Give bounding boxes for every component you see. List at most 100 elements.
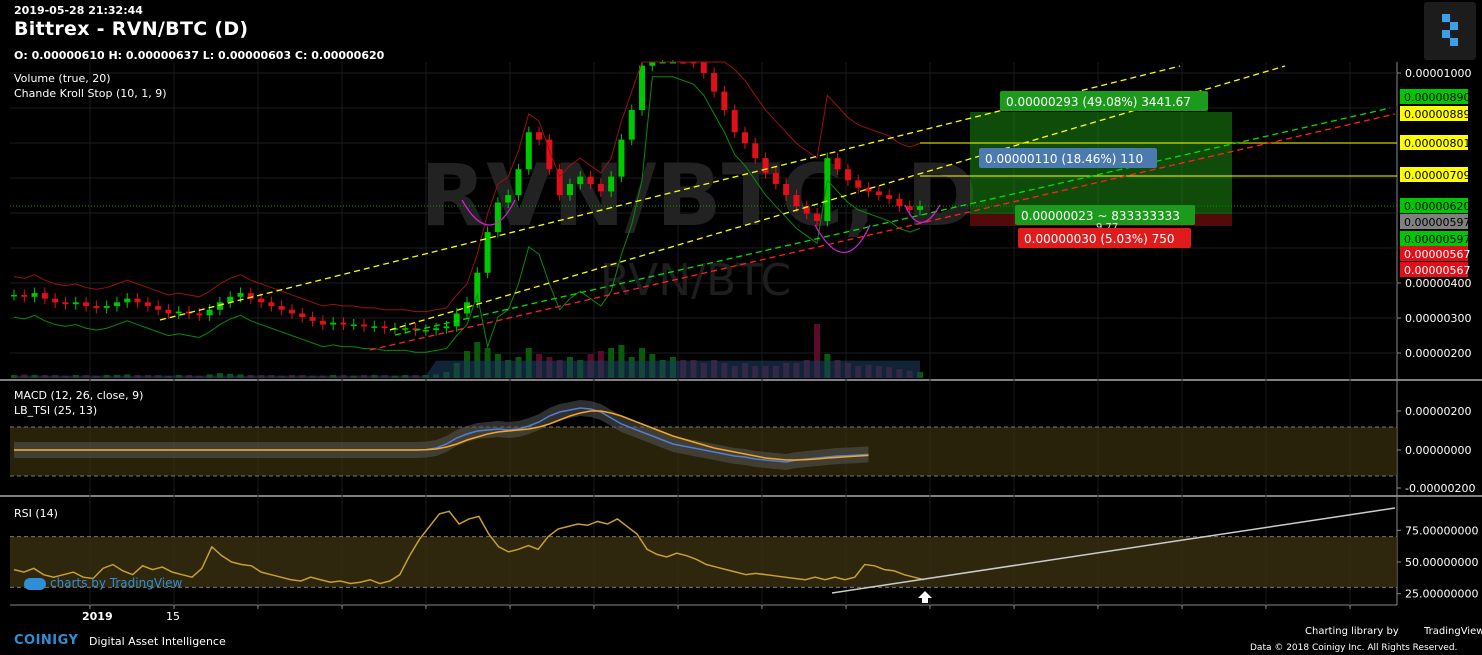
candle-body bbox=[288, 309, 295, 314]
tradingview-link[interactable]: TradingView bbox=[1424, 626, 1482, 637]
chart-timestamp: 2019-05-28 21:32:44 bbox=[14, 4, 143, 17]
price-tick-label: 0.00000300 bbox=[1405, 312, 1471, 325]
candle-body bbox=[474, 272, 481, 303]
candle-body bbox=[134, 298, 141, 303]
candle-body bbox=[175, 311, 182, 314]
candle-body bbox=[741, 132, 748, 144]
candle-body bbox=[11, 294, 17, 297]
candle-body bbox=[649, 62, 656, 66]
candle-body bbox=[525, 132, 532, 170]
candle-body bbox=[309, 317, 316, 321]
candle-body bbox=[515, 169, 522, 196]
time-label: 2019 bbox=[82, 610, 113, 623]
coinigy-logo-icon bbox=[1424, 2, 1476, 60]
candle-body bbox=[752, 143, 759, 159]
tv-watermark-text: charts by TradingView bbox=[50, 576, 183, 590]
candle-body bbox=[237, 293, 244, 297]
macd-indicator-label[interactable]: MACD (12, 26, close, 9) bbox=[14, 389, 143, 402]
candle-body bbox=[783, 184, 790, 196]
candle-body bbox=[319, 320, 326, 325]
candle-body bbox=[216, 302, 223, 310]
entry-label: 0.00000023 ~ 833333333 bbox=[1021, 209, 1180, 223]
macd-tick-label: 0.00000000 bbox=[1405, 444, 1471, 457]
candle-body bbox=[824, 158, 831, 221]
candle-body bbox=[206, 309, 213, 316]
time-label: 15 bbox=[166, 610, 180, 623]
candle-body bbox=[371, 326, 378, 328]
candle-body bbox=[83, 302, 90, 307]
candle-body bbox=[762, 158, 769, 173]
price-marker-label: 0.00000597 bbox=[1404, 233, 1470, 246]
candle-body bbox=[278, 306, 285, 310]
price-marker-label: 0.00000597 bbox=[1404, 216, 1470, 229]
chart-title: Bittrex - RVN/BTC (D) bbox=[14, 18, 249, 40]
candle-body bbox=[556, 169, 563, 196]
candle-body bbox=[361, 324, 368, 327]
charting-library-label: Charting library by bbox=[1305, 626, 1399, 637]
candle-body bbox=[577, 176, 584, 185]
tradingview-watermark[interactable]: charts by TradingView bbox=[24, 576, 182, 590]
price-marker-label: 0.00000567 bbox=[1404, 248, 1470, 261]
price-tick-label: 0.00000400 bbox=[1405, 277, 1471, 290]
candle-body bbox=[330, 322, 337, 325]
candle-body bbox=[711, 73, 718, 92]
volume-indicator-label[interactable]: Volume (true, 20) bbox=[14, 72, 111, 85]
candle-body bbox=[618, 139, 625, 177]
candle-body bbox=[41, 293, 48, 299]
candle-body bbox=[340, 322, 347, 325]
candle-body bbox=[93, 306, 100, 308]
watermark-subtext: RVN/BTC bbox=[600, 255, 791, 306]
chande-indicator-label[interactable]: Chande Kroll Stop (10, 1, 9) bbox=[14, 87, 167, 100]
candle-body bbox=[886, 195, 893, 199]
target-label: 0.00000293 (49.08%) 3441.67 bbox=[1006, 95, 1191, 109]
footer-tagline: Digital Asset Intelligence bbox=[89, 635, 226, 648]
candle-body bbox=[52, 298, 59, 303]
price-tick-label: 0.00001000 bbox=[1405, 67, 1471, 80]
candle-body bbox=[731, 110, 738, 133]
candle-body bbox=[536, 132, 543, 140]
footer-brand[interactable]: COINIGY bbox=[14, 633, 78, 648]
candle-body bbox=[422, 330, 429, 332]
chart-canvas[interactable]: RVN/BTC, D RVN/BTC 0.00000293 (49.08%) 344… bbox=[0, 0, 1482, 655]
candle-body bbox=[124, 298, 131, 303]
cloud-icon bbox=[24, 577, 46, 590]
rsi-band bbox=[10, 536, 1397, 588]
price-marker-label: 0.00000567 bbox=[1404, 264, 1470, 277]
candle-body bbox=[155, 306, 162, 310]
candle-body bbox=[196, 313, 203, 316]
candle-body bbox=[350, 324, 357, 327]
candle-body bbox=[165, 309, 172, 314]
tsi-indicator-label[interactable]: LB_TSI (25, 13) bbox=[14, 404, 97, 417]
candle-body bbox=[258, 298, 265, 303]
candle-body bbox=[381, 326, 388, 329]
footer-copyright: Data © 2018 Coinigy Inc. All Rights Rese… bbox=[1250, 643, 1458, 653]
mid-label: 0.00000110 (18.46%) 110 bbox=[985, 152, 1143, 166]
candle-body bbox=[72, 302, 79, 305]
candle-body bbox=[896, 198, 903, 207]
candle-body bbox=[21, 294, 28, 297]
candle-body bbox=[721, 91, 728, 111]
candle-body bbox=[299, 313, 306, 318]
candle-body bbox=[402, 328, 409, 330]
price-marker-label: 0.00000709 bbox=[1404, 169, 1470, 182]
stop-label: 0.00000030 (5.03%) 750 bbox=[1024, 232, 1175, 246]
candle-body bbox=[700, 62, 707, 74]
price-marker-label: 0.00000620 bbox=[1404, 200, 1470, 213]
candle-body bbox=[814, 213, 821, 221]
candle-body bbox=[31, 293, 38, 297]
candle-body bbox=[144, 302, 151, 307]
candle-body bbox=[505, 195, 512, 203]
macd-tick-label: -0.00000200 bbox=[1405, 482, 1475, 495]
candle-body bbox=[597, 184, 604, 192]
candle-body bbox=[433, 328, 440, 331]
candle-body bbox=[608, 176, 615, 192]
macd-tick-label: 0.00000200 bbox=[1405, 405, 1471, 418]
watermark-text: RVN/BTC, D bbox=[420, 146, 978, 246]
price-marker-label: 0.00000801 bbox=[1404, 137, 1470, 150]
candle-body bbox=[268, 302, 275, 307]
candle-body bbox=[772, 172, 779, 185]
candle-body bbox=[484, 232, 491, 273]
rsi-indicator-label[interactable]: RSI (14) bbox=[14, 507, 58, 520]
candle-body bbox=[62, 302, 69, 305]
rsi-tick-label: 25.00000000 bbox=[1405, 588, 1478, 601]
